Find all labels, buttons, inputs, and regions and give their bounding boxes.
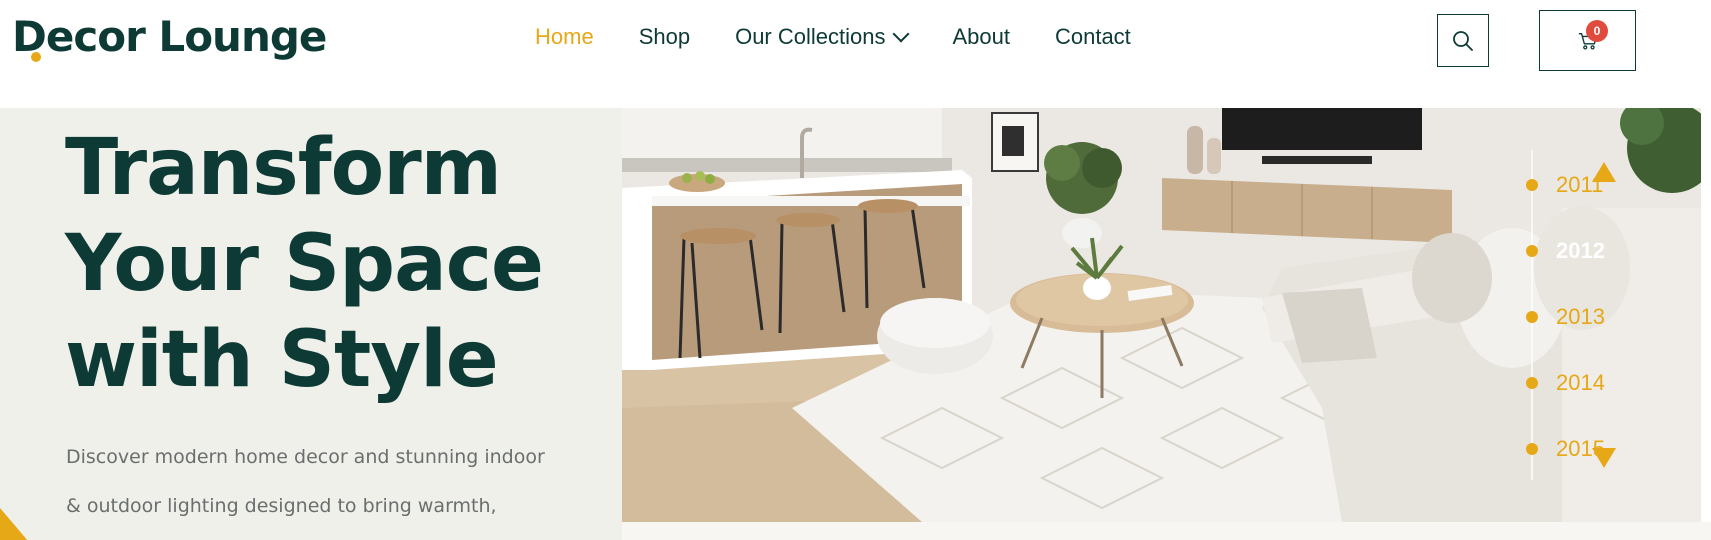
timeline-year-2013[interactable]: 2013	[1526, 304, 1605, 330]
logo[interactable]: Decor Lounge	[12, 12, 327, 62]
corner-decoration	[0, 508, 34, 540]
search-icon	[1453, 30, 1473, 51]
section-divider	[622, 522, 1711, 540]
cart-button[interactable]: 0	[1539, 10, 1636, 71]
hero-title-line-3: with Style	[65, 315, 499, 405]
timeline-dot	[1526, 443, 1538, 455]
hero-text-panel: Transform Your Space with Style Discover…	[0, 108, 622, 540]
nav-about[interactable]: About	[952, 24, 1010, 50]
timeline-year-label: 2011	[1556, 172, 1604, 197]
main-nav: Home Shop Our Collections About Contact	[535, 24, 1176, 50]
timeline-year-2012[interactable]: 2012	[1526, 238, 1605, 264]
hero-subtitle: Discover modern home decor and stunning …	[66, 433, 586, 531]
timeline-dot	[1526, 245, 1538, 257]
hero-title-line-1: Transform	[65, 123, 502, 213]
timeline-dot	[1526, 311, 1538, 323]
nav-collections-label: Our Collections	[735, 24, 886, 49]
hero-title-line-2: Your Space	[65, 219, 544, 309]
timeline-down-arrow-icon[interactable]	[1592, 448, 1616, 468]
timeline-year-label: 2013	[1556, 304, 1605, 329]
nav-contact[interactable]: Contact	[1055, 24, 1131, 50]
nav-home-label: Home	[535, 24, 594, 49]
logo-text: Decor Lounge	[12, 12, 327, 61]
cart-count-badge: 0	[1586, 20, 1608, 42]
site-header: Decor Lounge Home Shop Our Collections A…	[0, 0, 1711, 108]
nav-home[interactable]: Home	[535, 24, 594, 50]
timeline-year-label: 2012	[1556, 238, 1605, 263]
timeline-year-label: 2014	[1556, 370, 1605, 395]
nav-contact-label: Contact	[1054, 24, 1131, 49]
timeline-dot	[1526, 377, 1538, 389]
hero-title: Transform Your Space with Style	[65, 120, 605, 408]
search-button[interactable]	[1437, 14, 1489, 67]
timeline-year-2014[interactable]: 2014	[1526, 370, 1605, 396]
chevron-down-icon	[892, 25, 910, 43]
nav-about-label: About	[952, 24, 1010, 49]
nav-shop[interactable]: Shop	[639, 24, 690, 50]
hero-subtitle-line-1: Discover modern home decor and stunning …	[66, 446, 545, 468]
nav-shop-label: Shop	[638, 24, 691, 49]
timeline-dot	[1526, 179, 1538, 191]
logo-accent-dot	[31, 52, 41, 62]
timeline-year-2011[interactable]: 2011	[1526, 172, 1603, 198]
hero-subtitle-line-2: & outdoor lighting designed to bring war…	[66, 495, 497, 517]
nav-our-collections[interactable]: Our Collections	[735, 24, 910, 50]
